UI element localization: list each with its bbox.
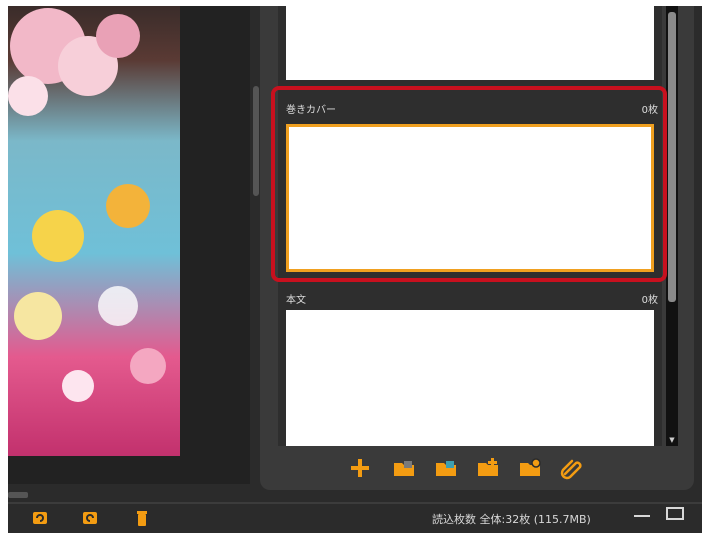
plus-icon[interactable]	[348, 456, 372, 480]
scrollbar-thumb[interactable]	[668, 12, 676, 302]
preview-horizontal-scrollbar[interactable]	[8, 492, 28, 498]
body-drop-area[interactable]	[286, 310, 654, 446]
section-count: 0枚	[641, 295, 658, 306]
scroll-down-arrow-icon[interactable]: ▼	[666, 434, 678, 446]
maximize-icon[interactable]	[666, 507, 684, 520]
rotate-right-icon[interactable]	[80, 508, 100, 528]
status-summary: 読込枚数 全体:32枚 (115.7MB)	[432, 513, 591, 526]
previous-section-drop-area[interactable]	[286, 6, 654, 80]
section-title: 本文	[286, 295, 306, 306]
photo-preview	[8, 6, 180, 456]
status-divider	[8, 502, 702, 504]
folder-image-icon[interactable]	[392, 456, 416, 480]
folder-settings-icon[interactable]	[518, 456, 542, 480]
highlight-annotation	[271, 86, 667, 282]
section-list-scrollbar[interactable]: ▼	[666, 6, 678, 446]
folder-photo-icon[interactable]	[434, 456, 458, 480]
status-bar: 読込枚数 全体:32枚 (115.7MB)	[8, 502, 702, 533]
paperclip-icon[interactable]	[560, 456, 584, 480]
preview-scrollbar[interactable]	[253, 86, 259, 196]
folder-add-icon[interactable]	[476, 456, 500, 480]
book-sections-pane: 巻きカバー 0枚 本文 0枚 ▼	[260, 6, 694, 490]
minimize-icon[interactable]	[634, 515, 650, 517]
rotate-left-icon[interactable]	[30, 508, 50, 528]
trash-icon[interactable]	[132, 508, 152, 528]
photo-preview-pane	[8, 6, 250, 484]
section-header-body: 本文 0枚	[278, 288, 662, 308]
app-window: 巻きカバー 0枚 本文 0枚 ▼ 読込枚数 全体:32枚 (115.7MB)	[8, 6, 702, 533]
section-toolbar	[348, 454, 598, 482]
